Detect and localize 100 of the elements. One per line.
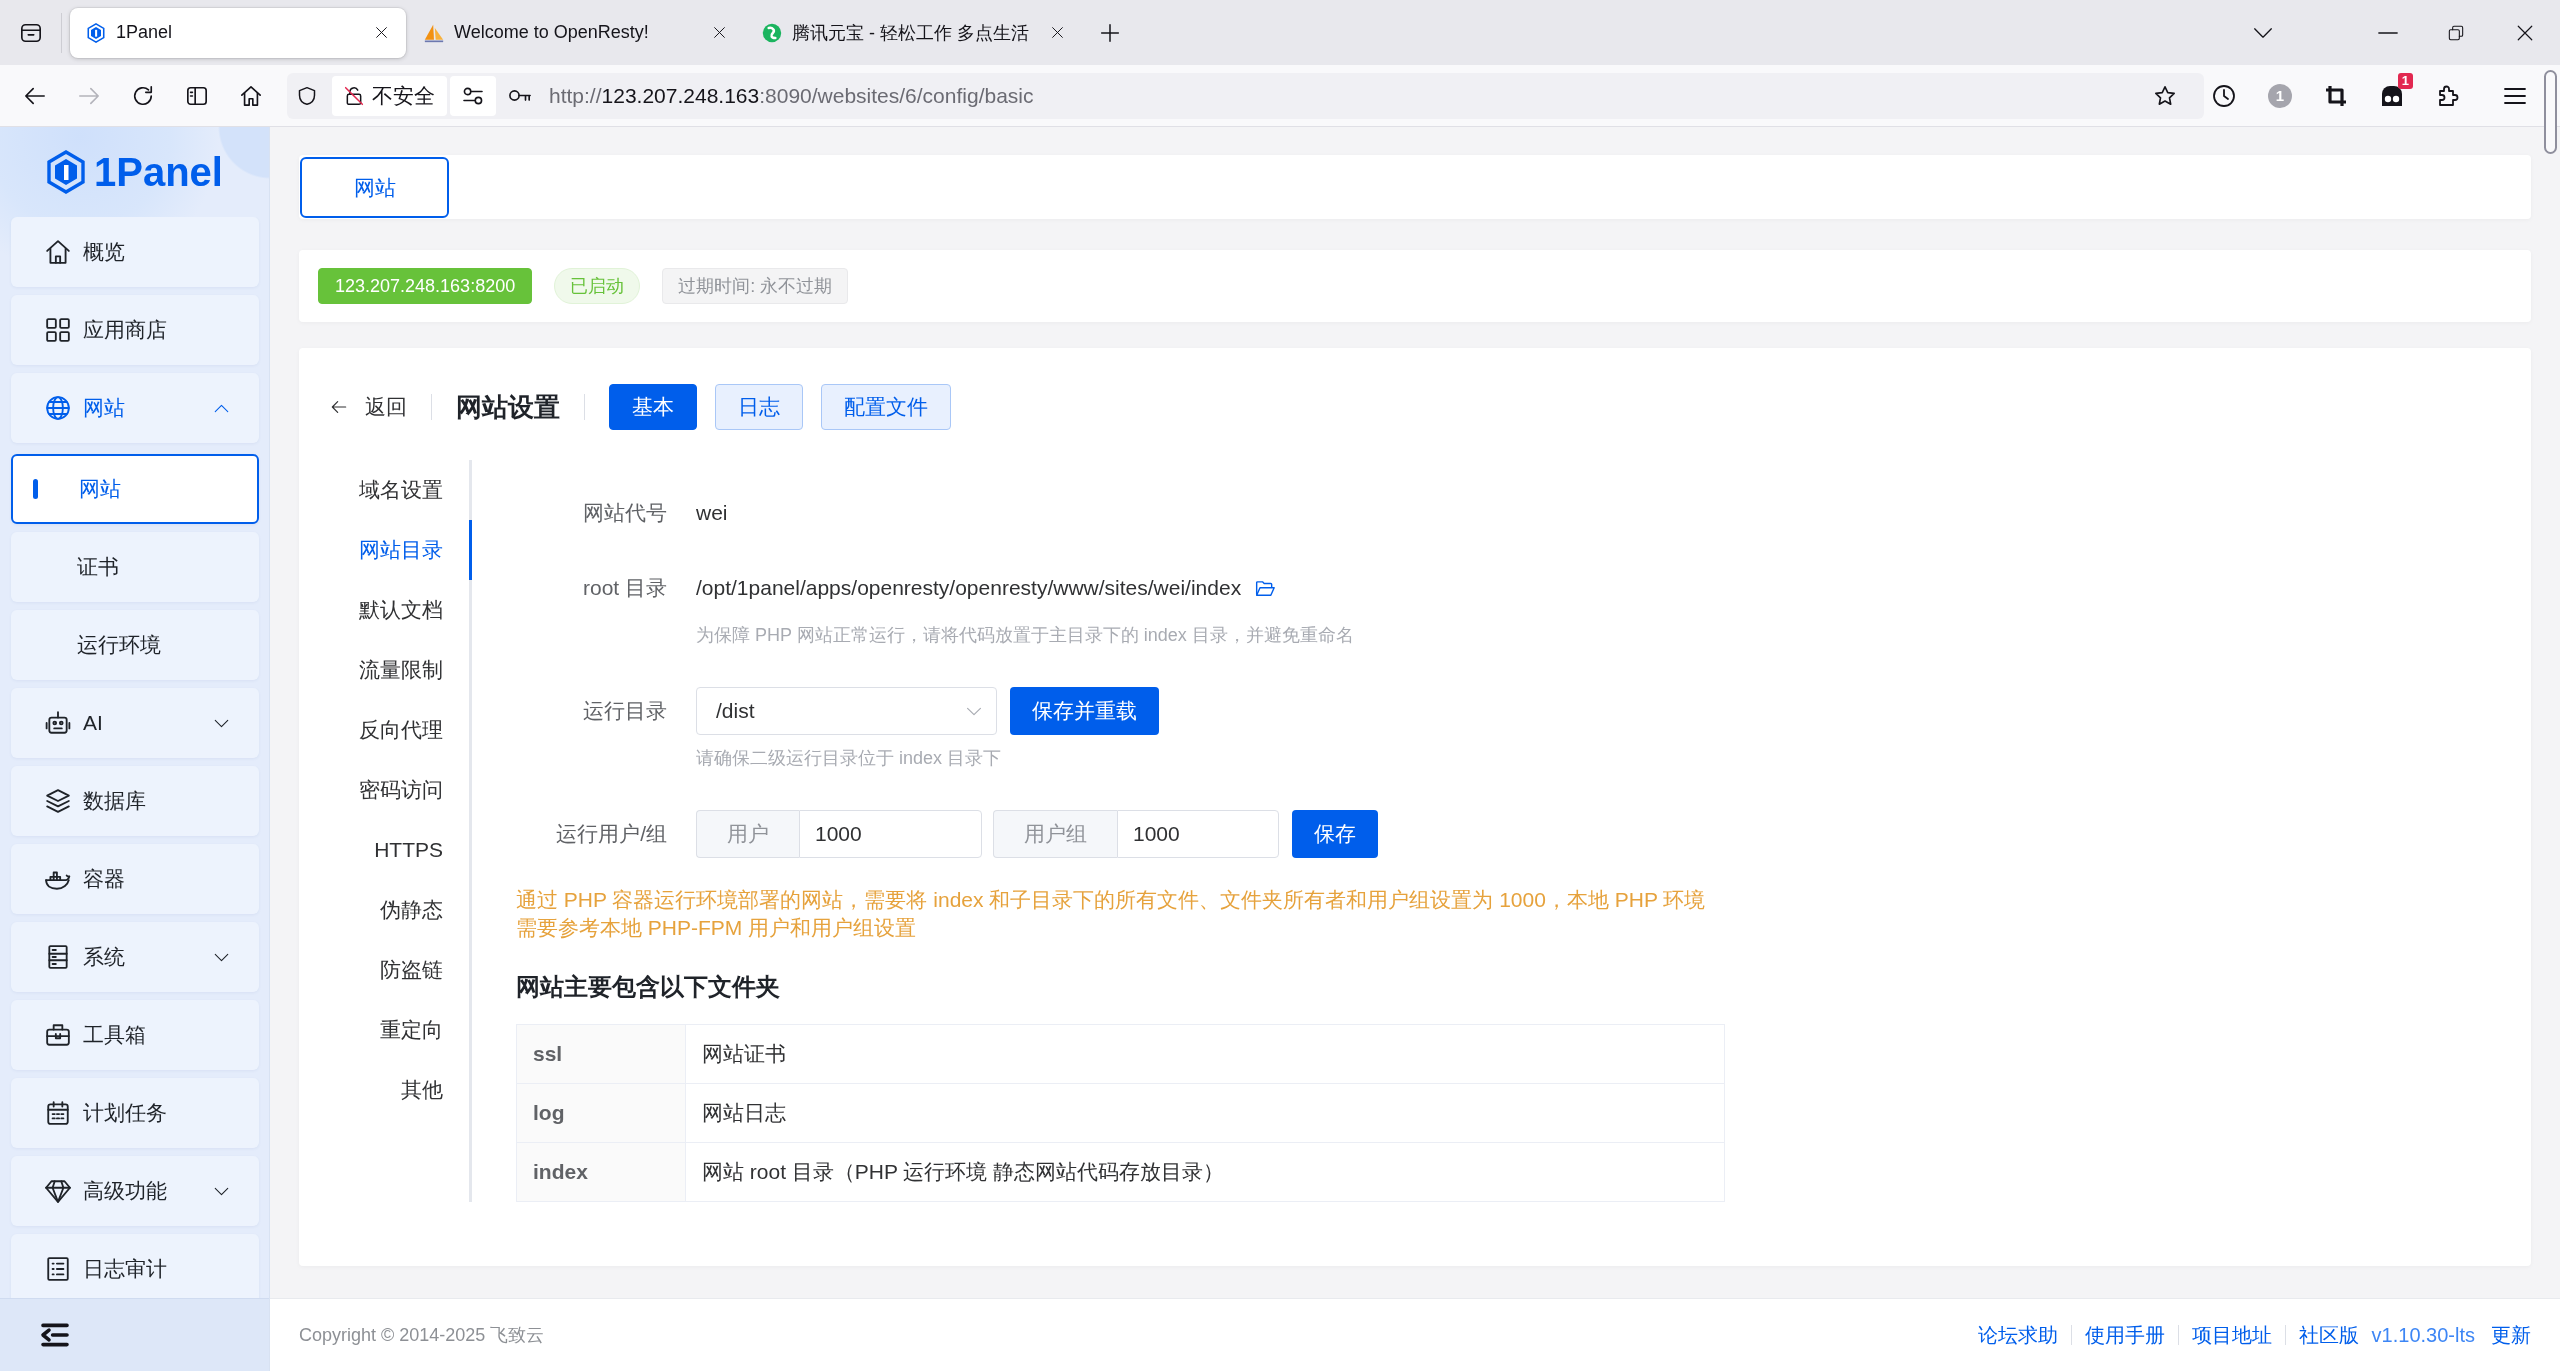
settings-menu-item[interactable]: 其他 <box>331 1060 472 1120</box>
settings-menu-item[interactable]: 域名设置 <box>331 460 472 520</box>
settings-menu-item[interactable]: 重定向 <box>331 1000 472 1060</box>
input-prefix: 用户组 <box>993 810 1117 858</box>
footer-link[interactable]: 项目地址 <box>2191 1321 2272 1349</box>
browser-tab[interactable]: 1Panel <box>70 7 406 58</box>
settings-tab[interactable]: 基本 <box>609 384 697 430</box>
chevron-down-icon[interactable] <box>2253 26 2273 39</box>
crop-icon[interactable] <box>2324 83 2348 108</box>
menu-item[interactable]: 计划任务 <box>11 1078 259 1148</box>
address-bar[interactable]: 不安全 http://123.207.248.163:8090/websites/6/config/basic <box>287 72 2204 119</box>
settings-tab[interactable]: 日志 <box>715 384 803 430</box>
settings-menu-item[interactable]: 默认文档 <box>331 580 472 640</box>
page-tab[interactable]: 网站 <box>300 157 449 218</box>
footer-link[interactable]: 使用手册 <box>2084 1321 2165 1349</box>
folder-icon[interactable] <box>1255 579 1276 597</box>
settings-menu-item[interactable]: HTTPS <box>331 820 472 880</box>
expiry-tag: 过期时间: 永不过期 <box>662 268 849 304</box>
star-icon[interactable] <box>2154 84 2176 107</box>
footer-link[interactable]: 社区版 <box>2298 1321 2359 1349</box>
menu-item[interactable]: 数据库 <box>11 766 259 836</box>
home-icon <box>45 239 71 265</box>
hexagon-icon <box>86 22 106 43</box>
close-icon[interactable] <box>2516 23 2534 42</box>
address-tag: 123.207.248.163:8200 <box>318 268 533 304</box>
logo-text: 1Panel <box>94 149 223 195</box>
settings-menu-item[interactable]: 网站目录 <box>331 520 472 580</box>
ghost-icon[interactable] <box>2380 83 2404 108</box>
browser-tab[interactable]: 腾讯元宝 - 轻松工作 多点生活 <box>746 7 1082 58</box>
menu-item[interactable]: 高级功能 <box>11 1156 259 1226</box>
input-field[interactable]: 1000 <box>1117 810 1279 858</box>
marker-icon <box>33 479 38 499</box>
back-link[interactable]: 返回 <box>331 393 407 421</box>
hint-text: 为保障 PHP 网站正常运行，请将代码放置于主目录下的 index 目录，并避免重命名 <box>696 624 1354 647</box>
menu-item[interactable]: AI <box>11 688 259 758</box>
grid-icon <box>45 317 71 343</box>
field-label: root 目录 <box>581 575 667 601</box>
save-button[interactable]: 保存 <box>1292 810 1378 858</box>
home-icon[interactable] <box>240 84 262 107</box>
version-text: v1.10.30-lts <box>2371 1323 2475 1347</box>
hint-text: 请确保二级运行目录位于 index 目录下 <box>696 747 1002 770</box>
diamond-icon <box>45 1178 71 1204</box>
footer-link[interactable]: 论坛求助 <box>1977 1321 2058 1349</box>
minimize-icon[interactable] <box>2378 30 2398 35</box>
description-cell: 网站日志 <box>685 1083 1725 1143</box>
submenu-item[interactable]: 证书 <box>11 532 259 602</box>
folder-name-cell: ssl <box>516 1024 686 1084</box>
server-icon <box>45 944 71 970</box>
submenu-item[interactable]: 网站 <box>11 454 259 524</box>
reload-icon[interactable] <box>132 84 154 107</box>
settings-tab[interactable]: 配置文件 <box>821 384 951 430</box>
folder-name-cell: log <box>516 1083 686 1143</box>
close-icon[interactable] <box>1051 26 1064 39</box>
swirl-icon <box>762 22 782 43</box>
menu-item[interactable]: 日志审计 <box>11 1234 259 1298</box>
settings-menu-item[interactable]: 反向代理 <box>331 700 472 760</box>
scrollbar-thumb[interactable] <box>2544 70 2557 154</box>
url-text: http://123.207.248.163:8090/websites/6/config/basic <box>549 83 1034 108</box>
security-chip[interactable]: 不安全 <box>332 75 447 116</box>
settings-menu-item[interactable]: 伪静态 <box>331 880 472 940</box>
save-reload-button[interactable]: 保存并重载 <box>1010 687 1159 735</box>
field-label: 网站代号 <box>582 500 667 526</box>
chevron-down-icon <box>966 706 982 716</box>
page-title: 网站设置 <box>456 390 560 424</box>
submenu-item[interactable]: 运行环境 <box>11 610 259 680</box>
menu-item[interactable]: 系统 <box>11 922 259 992</box>
section-heading: 网站主要包含以下文件夹 <box>516 972 780 1002</box>
menu-item[interactable]: 网站 <box>11 373 259 443</box>
shield-icon[interactable] <box>297 85 317 106</box>
input-field[interactable]: 1000 <box>799 810 982 858</box>
settings-menu-item[interactable]: 流量限制 <box>331 640 472 700</box>
key-icon[interactable] <box>509 89 531 102</box>
menu-item[interactable]: 应用商店 <box>11 295 259 365</box>
plus-icon[interactable] <box>1100 22 1120 43</box>
dropdown-field[interactable]: /dist <box>696 687 997 735</box>
close-icon[interactable] <box>375 26 388 39</box>
robot-icon <box>45 710 71 736</box>
collapse-icon[interactable] <box>40 1323 70 1347</box>
input-prefix: 用户 <box>696 810 799 858</box>
menu-item[interactable]: 概览 <box>11 217 259 287</box>
sidebar-icon[interactable] <box>186 84 208 107</box>
restore-icon[interactable] <box>2448 24 2464 41</box>
update-link[interactable]: 更新 <box>2491 1321 2531 1349</box>
notification-badge: 1 <box>2397 72 2413 89</box>
settings-menu-item[interactable]: 防盗链 <box>331 940 472 1000</box>
tab-overview-icon[interactable] <box>18 21 43 44</box>
puzzle-icon[interactable] <box>2436 83 2460 108</box>
clock-icon[interactable] <box>2212 83 2236 108</box>
field-label: 运行用户/组 <box>555 821 667 847</box>
menu-item[interactable]: 工具箱 <box>11 1000 259 1070</box>
calendar-icon <box>45 1100 71 1126</box>
menu-item[interactable]: 容器 <box>11 844 259 914</box>
close-icon[interactable] <box>713 26 726 39</box>
description-cell: 网站 root 目录（PHP 运行环境 静态网站代码存放目录） <box>685 1142 1725 1202</box>
warning-text: 通过 PHP 容器运行环境部署的网站，需要将 index 和子目录下的所有文件、文件夹所有者和用户组设置为 1000，本地 PHP 环境需要参考本地 PHP-FPM 用户和用户组设置 <box>516 887 1707 941</box>
logo-icon <box>46 150 86 194</box>
sliders-icon[interactable] <box>450 75 496 116</box>
folder-name-cell: index <box>516 1142 686 1202</box>
browser-tab[interactable]: Welcome to OpenResty! <box>408 7 744 58</box>
settings-menu-item[interactable]: 密码访问 <box>331 760 472 820</box>
